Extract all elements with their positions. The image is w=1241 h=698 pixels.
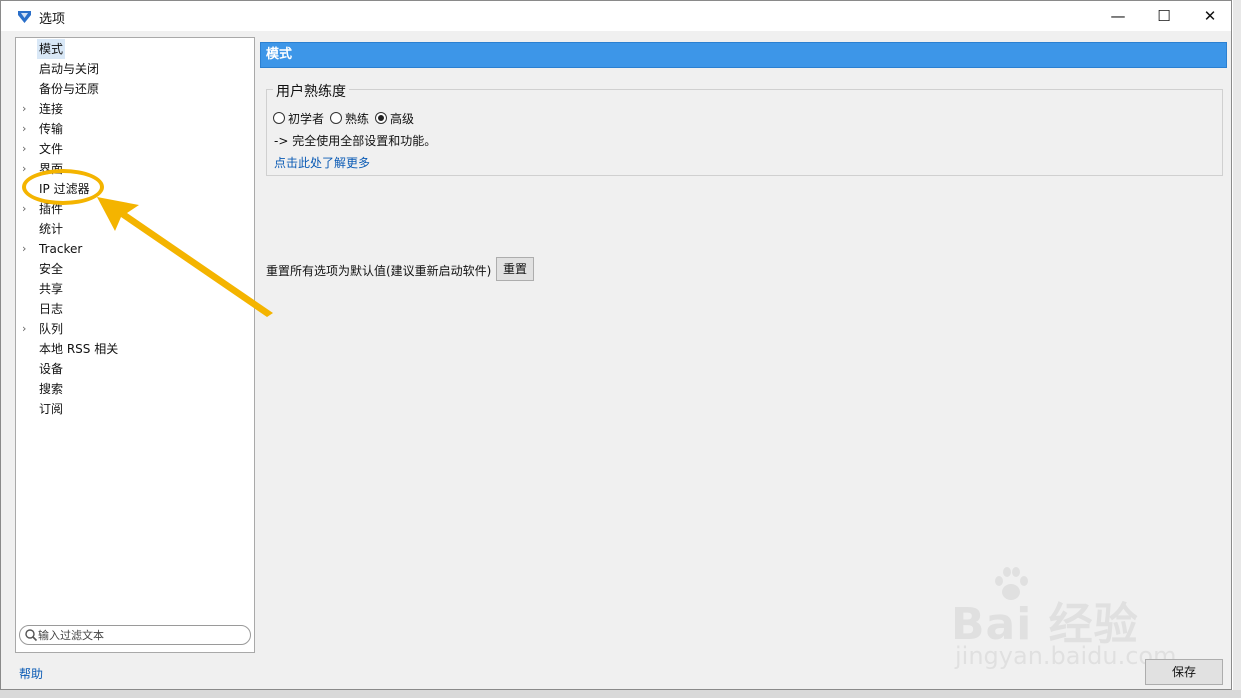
radio-checked-icon[interactable]: [375, 112, 388, 124]
radio-label: 初学者: [288, 111, 325, 126]
watermark-url-text: jingyan.baidu.com: [955, 642, 1177, 670]
close-icon: ✕: [1203, 7, 1217, 25]
proficiency-radio-group: 初学者 熟练 高级: [273, 109, 420, 127]
app-logo-icon: [18, 11, 31, 23]
tree-item-startup-shutdown[interactable]: 启动与关闭: [16, 59, 254, 79]
section-header: 模式: [260, 42, 1227, 68]
background-status-strip: [0, 690, 1241, 698]
tree-item-devices[interactable]: 设备: [16, 359, 254, 379]
annotation-arrow-icon: [97, 197, 273, 317]
maximize-icon: ☐: [1157, 7, 1171, 25]
mode-description: -> 完全使用全部设置和功能。: [274, 134, 437, 148]
background-app-edge-right: [1233, 0, 1241, 698]
chevron-right-icon[interactable]: ›: [22, 119, 26, 139]
tree-item-label: 日志: [39, 302, 64, 316]
title-bar: 选项 — ☐ ✕: [1, 1, 1231, 31]
maximize-button[interactable]: ☐: [1141, 1, 1187, 31]
save-button[interactable]: 保存: [1145, 659, 1223, 685]
radio-label: 高级: [390, 111, 415, 126]
tree-item-local-rss[interactable]: 本地 RSS 相关: [16, 339, 254, 359]
radio-advanced[interactable]: 高级: [375, 110, 414, 127]
tree-item-label: 本地 RSS 相关: [39, 342, 119, 356]
tree-item-label: 统计: [39, 222, 64, 236]
minimize-icon: —: [1110, 7, 1126, 25]
tree-item-connection[interactable]: › 连接: [16, 99, 254, 119]
group-title: 用户熟练度: [273, 81, 349, 101]
chevron-right-icon[interactable]: ›: [22, 319, 26, 339]
radio-label: 熟练: [345, 111, 370, 126]
tree-item-label: 队列: [39, 322, 64, 336]
reset-button[interactable]: 重置: [496, 257, 534, 281]
radio-beginner[interactable]: 初学者: [273, 110, 324, 127]
tree-item-label: 备份与还原: [39, 82, 100, 96]
tree-item-label: 传输: [39, 122, 64, 136]
tree-item-backup-restore[interactable]: 备份与还原: [16, 79, 254, 99]
tree-item-label: 连接: [39, 102, 64, 116]
radio-proficient[interactable]: 熟练: [330, 110, 369, 127]
tree-item-label: 文件: [39, 142, 64, 156]
tree-item-search[interactable]: 搜索: [16, 379, 254, 399]
search-icon: [25, 629, 38, 642]
learn-more-link[interactable]: 点击此处了解更多: [274, 154, 370, 171]
chevron-right-icon[interactable]: ›: [22, 199, 26, 219]
radio-unchecked-icon[interactable]: [330, 112, 343, 124]
minimize-button[interactable]: —: [1095, 1, 1141, 31]
radio-unchecked-icon[interactable]: [273, 112, 285, 124]
filter-input[interactable]: [38, 627, 238, 643]
tree-item-queue[interactable]: › 队列: [16, 319, 254, 339]
chevron-right-icon[interactable]: ›: [22, 139, 26, 159]
tree-item-label: 模式: [37, 39, 66, 59]
window-title: 选项: [39, 12, 66, 27]
tree-item-subscriptions[interactable]: 订阅: [16, 399, 254, 419]
filter-search-box: [19, 625, 251, 645]
tree-item-label: 搜索: [39, 382, 64, 396]
tree-item-files[interactable]: › 文件: [16, 139, 254, 159]
tree-item-label: 设备: [39, 362, 64, 376]
tree-item-label: 共享: [39, 282, 64, 296]
chevron-right-icon[interactable]: ›: [22, 159, 26, 179]
tree-item-label: 安全: [39, 262, 64, 276]
tree-item-mode[interactable]: 模式: [16, 39, 254, 59]
tree-item-transfer[interactable]: › 传输: [16, 119, 254, 139]
chevron-right-icon[interactable]: ›: [22, 239, 26, 259]
chevron-right-icon[interactable]: ›: [22, 99, 26, 119]
tree-item-label: 订阅: [39, 402, 64, 416]
help-link[interactable]: 帮助: [19, 665, 43, 682]
tree-item-label: 启动与关闭: [39, 62, 100, 76]
options-category-tree: 模式 启动与关闭 备份与还原 › 连接 › 传输 › 文件 › 界面 IP 过滤器 › 插…: [15, 37, 255, 653]
tree-item-label: Tracker: [39, 242, 83, 256]
close-button[interactable]: ✕: [1187, 1, 1233, 31]
baidu-watermark: Bai 经验 jingyan.baidu.com: [951, 567, 1186, 671]
options-dialog: 选项 — ☐ ✕ 模式 启动与关闭 备份与还原 › 连接 › 传输 › 文件 › 界面 …: [0, 0, 1232, 690]
reset-label: 重置所有选项为默认值(建议重新启动软件): [266, 264, 492, 278]
